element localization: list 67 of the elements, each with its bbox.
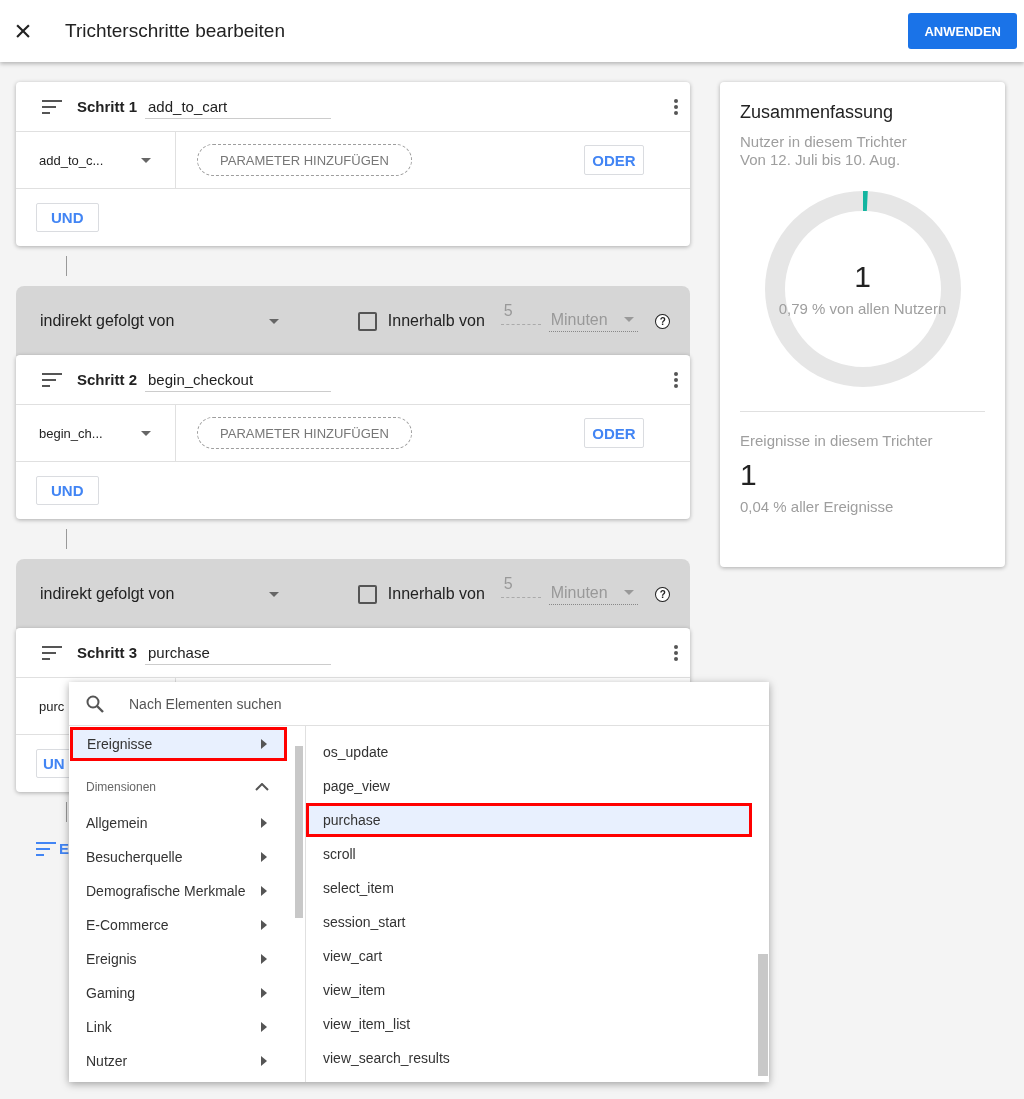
users-share: 0,79 % von allen Nutzern [778,300,947,318]
event-select[interactable]: add_to_c... [16,132,176,188]
more-vert-icon[interactable] [674,644,678,661]
caret-icon [141,157,151,163]
menu-item[interactable]: Ereignis [69,942,305,976]
chevron-right-icon [261,1056,267,1066]
filter-lines-icon [36,841,56,856]
add-parameter-button[interactable]: PARAMETER HINZUFÜGEN [197,417,412,449]
step-label: Schritt 1 [77,98,137,115]
menu-item[interactable]: view_search_results [306,1041,752,1075]
close-button[interactable]: × [12,16,34,46]
menu-item[interactable]: page_view [306,769,752,803]
and-button[interactable]: UND [36,476,99,505]
menu-item[interactable]: session_start [306,905,752,939]
menu-item[interactable]: view_item_list [306,1007,752,1041]
chevron-right-icon [261,739,267,749]
events-count: 1 [740,458,758,492]
menu-item[interactable]: purchase [306,803,752,837]
menu-item[interactable]: Nutzer [69,1044,305,1078]
filter-lines-icon [42,372,62,387]
chevron-right-icon [261,920,267,930]
menu-item[interactable]: E-Commerce [69,908,305,942]
chevron-right-icon [261,852,267,862]
menu-item[interactable]: Link [69,1010,305,1044]
filter-lines-icon [42,99,62,114]
summary-subtitle: Nutzer in diesem Trichter [740,133,908,151]
caret-icon [269,318,280,324]
events-label: Ereignisse in diesem Trichter [740,432,934,450]
users-count: 1 [854,260,871,294]
step-label: Schritt 3 [77,644,137,661]
more-vert-icon[interactable] [674,98,678,115]
filter-lines-icon [42,645,62,660]
menu-item[interactable]: os_update [306,735,752,769]
chevron-right-icon [261,886,267,896]
summary-title: Zusammenfassung [740,102,895,123]
menu-item[interactable]: Allgemein [69,806,305,840]
or-button[interactable]: ODER [584,418,644,448]
caret-icon [624,317,635,322]
menu-item[interactable]: Demografische Merkmale [69,874,305,908]
menu-item[interactable]: scroll [306,837,752,871]
caret-icon [141,430,151,436]
add-parameter-button[interactable]: PARAMETER HINZUFÜGEN [197,144,412,176]
chevron-right-icon [261,818,267,828]
caret-icon [624,590,635,595]
page-title: Trichterschritte bearbeiten [65,20,286,42]
menu-item[interactable]: view_item [306,973,752,1007]
menu-item[interactable]: select_item [306,871,752,905]
scrollbar[interactable] [295,746,303,918]
caret-icon [269,591,280,597]
menu-item[interactable]: Ereignisse [70,727,287,761]
and-button[interactable]: UND [36,203,99,232]
chevron-right-icon [261,988,267,998]
within-label: Innerhalb von [387,585,485,603]
event-select[interactable]: begin_ch... [16,405,176,461]
scrollbar[interactable] [758,954,768,1076]
menu-item[interactable]: view_cart [306,939,752,973]
menu-item[interactable]: Gaming [69,976,305,1010]
chevron-right-icon [261,1022,267,1032]
chevron-right-icon [261,954,267,964]
apply-button[interactable]: ANWENDEN [908,13,1017,49]
or-button[interactable]: ODER [584,145,644,175]
step-label: Schritt 2 [77,371,137,388]
search-icon [86,694,104,713]
events-share: 0,04 % aller Ereignisse [740,498,895,516]
within-label: Innerhalb von [387,312,485,330]
date-range: Von 12. Juli bis 10. Aug. [740,151,902,169]
more-vert-icon[interactable] [674,371,678,388]
